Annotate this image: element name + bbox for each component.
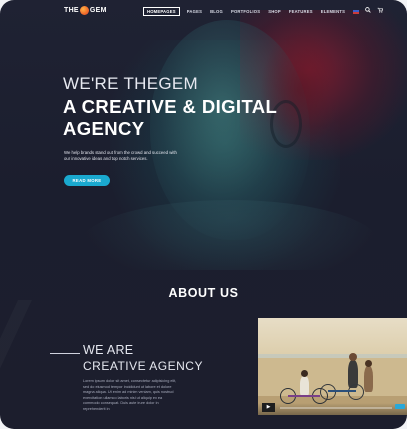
search-icon[interactable] bbox=[365, 7, 371, 16]
site-header: THE GEM HOMEPAGES PAGES BLOG PORTFOLIOS … bbox=[0, 0, 407, 22]
gem-logo-icon bbox=[79, 6, 89, 15]
creative-agency-heading: CREATIVE AGENCY bbox=[83, 359, 203, 373]
about-title: ABOUT US bbox=[168, 286, 239, 300]
video-progress-bar[interactable] bbox=[280, 407, 392, 409]
nav-item-portfolios[interactable]: PORTFOLIOS bbox=[231, 9, 260, 14]
nav-item-blog[interactable]: BLOG bbox=[210, 9, 223, 14]
bike-wheel bbox=[348, 384, 364, 400]
hero-description: We help brands stand out from the crowd … bbox=[64, 150, 177, 161]
play-icon[interactable]: ▶ bbox=[262, 403, 275, 412]
bike-frame bbox=[328, 390, 356, 392]
nav-item-shop[interactable]: SHOP bbox=[268, 9, 281, 14]
about-body-text: Lorem ipsum dolor sit amet, consectetur … bbox=[83, 379, 177, 411]
video-person bbox=[364, 360, 373, 392]
nav-item-homepages[interactable]: HOMEPAGES bbox=[143, 7, 180, 16]
logo-text-gem: GEM bbox=[89, 7, 107, 14]
video-brand-icon[interactable] bbox=[395, 404, 405, 409]
bike-frame bbox=[288, 395, 320, 397]
read-more-button[interactable]: READ MORE bbox=[64, 175, 110, 186]
cart-icon[interactable] bbox=[377, 7, 384, 16]
hero-subtitle: WE'RE THEGEM bbox=[63, 74, 198, 93]
hero-title: A CREATIVE & DIGITAL AGENCY bbox=[63, 96, 277, 139]
bike-wheel bbox=[320, 384, 336, 400]
video-person bbox=[300, 370, 309, 396]
page-frame: THE GEM HOMEPAGES PAGES BLOG PORTFOLIOS … bbox=[0, 0, 407, 429]
we-are-heading: WE ARE bbox=[83, 343, 134, 357]
divider-line bbox=[50, 353, 80, 354]
logo-text-the: THE bbox=[64, 7, 79, 14]
language-flag-icon[interactable] bbox=[353, 9, 360, 14]
site-logo[interactable]: THE GEM bbox=[64, 6, 107, 15]
nav-item-features[interactable]: FEATURES bbox=[289, 9, 313, 14]
nav-item-elements[interactable]: ELEMENTS bbox=[321, 9, 345, 14]
nav-item-pages[interactable]: PAGES bbox=[187, 9, 202, 14]
main-nav: HOMEPAGES PAGES BLOG PORTFOLIOS SHOP FEA… bbox=[143, 7, 389, 16]
video-controls bbox=[258, 403, 407, 415]
video-player[interactable]: ▶ bbox=[258, 318, 407, 415]
